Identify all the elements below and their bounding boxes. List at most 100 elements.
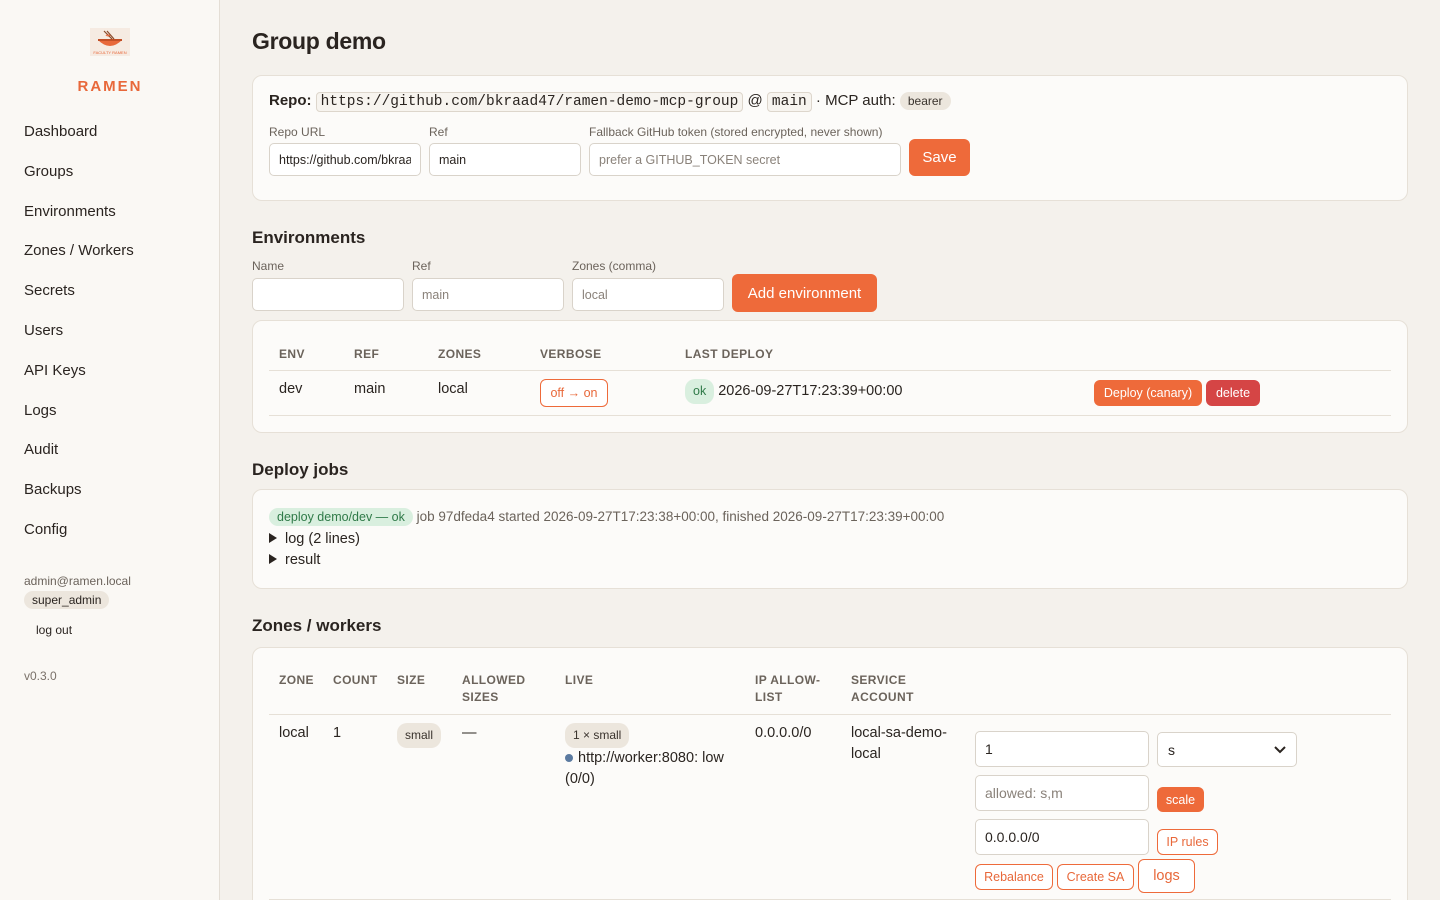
allowed-sizes-input[interactable] xyxy=(975,775,1149,811)
job-summary: deploy demo/dev — ok job 97dfeda4 starte… xyxy=(269,508,944,526)
col-live: LIVE xyxy=(565,673,594,687)
sidebar-item-api-keys[interactable]: API Keys xyxy=(24,361,134,401)
live-cell: 1 × small http://worker:8080: low (0/0) xyxy=(565,723,745,790)
app-version: v0.3.0 xyxy=(24,669,57,683)
divider xyxy=(269,370,1391,371)
last-deploy-time: 2026-09-27T17:23:39+00:00 xyxy=(718,383,903,399)
repo-at: @ xyxy=(747,92,763,109)
repo-summary: Repo: https://github.com/bkraad47/ramen-… xyxy=(269,92,951,112)
auth-badge: bearer xyxy=(899,92,951,110)
env-ref-input[interactable] xyxy=(412,278,564,311)
repo-ref-code: main xyxy=(766,92,812,112)
repo-url-input[interactable] xyxy=(269,143,421,176)
live-worker-line-1: http://worker:8080: low xyxy=(578,750,724,766)
logs-button[interactable]: logs xyxy=(1138,859,1195,893)
logo-text: FACULTY RAMEN xyxy=(93,50,126,55)
repo-card: Repo: https://github.com/bkraad47/ramen-… xyxy=(252,75,1408,201)
ip-allowlist-cell: 0.0.0.0/0 xyxy=(755,725,812,741)
save-button[interactable]: Save xyxy=(909,139,970,176)
env-name-label: Name xyxy=(252,259,285,273)
size-cell: small xyxy=(397,723,442,748)
col-allowed-line-2: SIZES xyxy=(462,690,499,704)
col-zone: ZONE xyxy=(279,673,314,687)
auth-label: · MCP auth: xyxy=(815,92,896,109)
triangle-right-icon xyxy=(269,533,277,543)
col-last-deploy: LAST DEPLOY xyxy=(685,347,774,361)
deploy-status-badge: ok xyxy=(685,379,715,404)
ref-input[interactable] xyxy=(429,143,581,176)
delete-environment-button[interactable]: delete xyxy=(1206,380,1260,406)
col-sa-line-1: SERVICE xyxy=(851,673,907,687)
sidebar-item-groups[interactable]: Groups xyxy=(24,162,134,202)
col-ref: REF xyxy=(354,347,380,361)
col-zones: ZONES xyxy=(438,347,482,361)
sidebar-item-config[interactable]: Config xyxy=(24,520,134,560)
divider xyxy=(269,714,1391,715)
deploy-canary-button[interactable]: Deploy (canary) xyxy=(1094,380,1202,406)
last-deploy-cell: ok 2026-09-27T17:23:39+00:00 xyxy=(685,379,902,404)
env-cell: dev xyxy=(279,381,303,397)
create-sa-button[interactable]: Create SA xyxy=(1057,864,1134,890)
col-sa-line-2: ACCOUNT xyxy=(851,690,914,704)
job-status-badge: deploy demo/dev — ok xyxy=(269,508,413,526)
env-zones-label: Zones (comma) xyxy=(572,259,657,273)
token-input[interactable] xyxy=(589,143,901,176)
env-zones-input[interactable] xyxy=(572,278,724,311)
job-description: job 97dfeda4 started 2026-09-27T17:23:38… xyxy=(416,509,945,524)
repo-url-label: Repo URL xyxy=(269,125,326,139)
service-account-cell: local-sa-demo- local xyxy=(851,723,947,765)
col-ip-allowlist: IP ALLOW- LIST xyxy=(755,672,820,706)
ref-label: Ref xyxy=(429,125,448,139)
col-verbose: VERBOSE xyxy=(540,347,602,361)
sidebar: FACULTY RAMEN RAMEN Dashboard Groups Env… xyxy=(0,0,220,900)
col-count: COUNT xyxy=(333,673,378,687)
zones-cell: local xyxy=(438,381,468,397)
zones-heading: Zones / workers xyxy=(252,616,382,635)
allowed-sizes-cell: — xyxy=(462,725,477,741)
size-badge: small xyxy=(397,723,442,748)
sidebar-item-backups[interactable]: Backups xyxy=(24,480,134,520)
sidebar-item-environments[interactable]: Environments xyxy=(24,202,134,242)
ref-cell: main xyxy=(354,381,386,397)
rebalance-button[interactable]: Rebalance xyxy=(975,864,1053,890)
size-select[interactable]: s xyxy=(1157,732,1297,767)
ip-rules-input[interactable] xyxy=(975,819,1149,855)
col-service-account: SERVICE ACCOUNT xyxy=(851,672,914,706)
service-account-line-1: local-sa-demo- xyxy=(851,725,947,741)
result-details-label: result xyxy=(285,552,321,568)
live-badge: 1 × small xyxy=(565,723,630,748)
deploy-jobs-heading: Deploy jobs xyxy=(252,460,349,479)
result-details-toggle[interactable]: result xyxy=(269,552,320,568)
sidebar-item-zones-workers[interactable]: Zones / Workers xyxy=(24,241,134,281)
col-ip-line-2: LIST xyxy=(755,690,783,704)
count-input[interactable] xyxy=(975,731,1149,767)
ramen-logo-icon: FACULTY RAMEN xyxy=(90,28,130,56)
triangle-right-icon xyxy=(269,554,277,564)
chevron-down-icon xyxy=(1274,745,1286,753)
size-select-value: s xyxy=(1168,741,1175,758)
repo-url-code: https://github.com/bkraad47/ramen-demo-m… xyxy=(315,92,744,112)
add-environment-button[interactable]: Add environment xyxy=(732,274,877,312)
col-allowed-line-1: ALLOWED xyxy=(462,673,526,687)
sidebar-item-logs[interactable]: Logs xyxy=(24,401,134,441)
environments-table: ENV REF ZONES VERBOSE LAST DEPLOY dev ma… xyxy=(252,320,1408,433)
col-size: SIZE xyxy=(397,673,426,687)
service-account-line-2: local xyxy=(851,746,881,762)
sidebar-item-dashboard[interactable]: Dashboard xyxy=(24,122,134,162)
divider xyxy=(269,415,1391,416)
logout-link[interactable]: log out xyxy=(36,623,72,637)
sidebar-nav: Dashboard Groups Environments Zones / Wo… xyxy=(24,122,134,560)
verbose-toggle-button[interactable]: off → on xyxy=(540,379,608,407)
user-email: admin@ramen.local xyxy=(24,574,131,588)
sidebar-item-audit[interactable]: Audit xyxy=(24,440,134,480)
col-env: ENV xyxy=(279,347,305,361)
zone-cell: local xyxy=(279,725,309,741)
sidebar-item-users[interactable]: Users xyxy=(24,321,134,361)
log-details-toggle[interactable]: log (2 lines) xyxy=(269,531,360,547)
repo-label: Repo: xyxy=(269,92,312,109)
ip-rules-button[interactable]: IP rules xyxy=(1157,829,1218,855)
col-allowed-sizes: ALLOWED SIZES xyxy=(462,672,525,706)
sidebar-item-secrets[interactable]: Secrets xyxy=(24,281,134,321)
scale-button[interactable]: scale xyxy=(1157,787,1204,812)
env-name-input[interactable] xyxy=(252,278,404,311)
